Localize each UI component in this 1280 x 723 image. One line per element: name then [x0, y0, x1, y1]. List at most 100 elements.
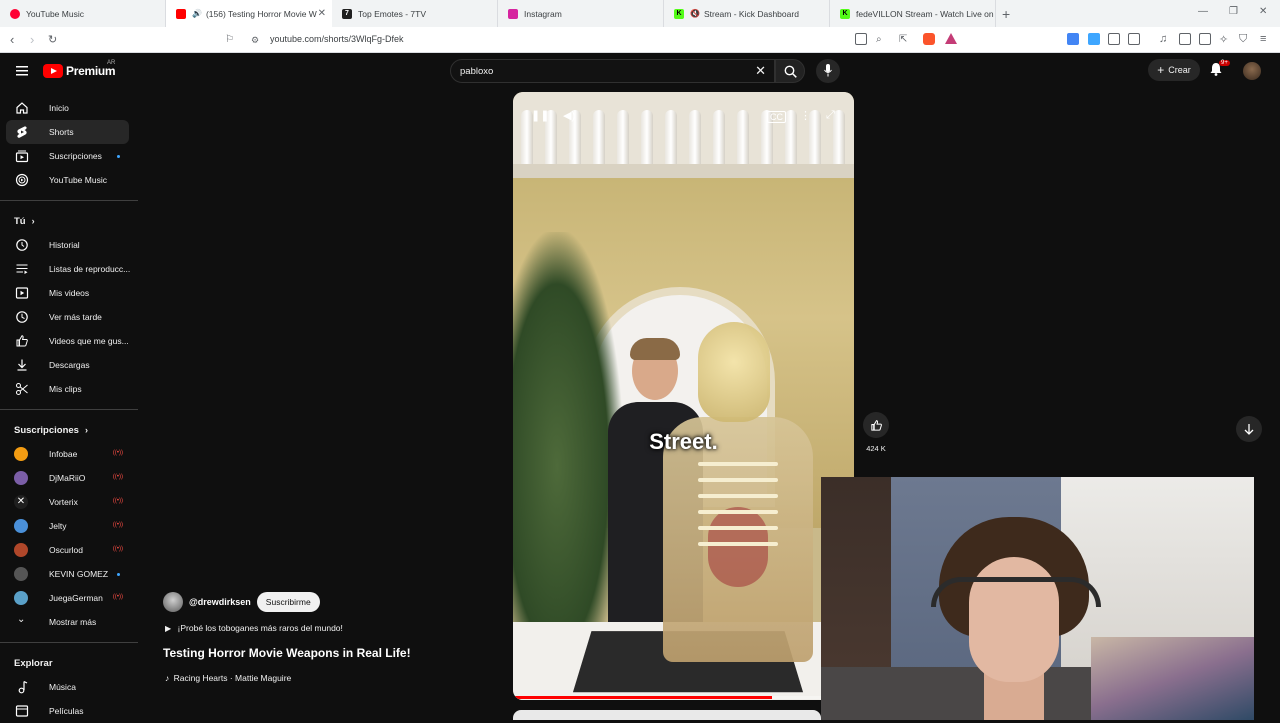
shorts-video-player[interactable]: Street. ❚❚ ◀) CC ⋮ ⤢: [513, 92, 854, 700]
next-short-button[interactable]: [1236, 416, 1262, 442]
sidebar-item-youtube-music[interactable]: YouTube Music: [6, 168, 129, 192]
sidebar-item-historial[interactable]: Historial: [6, 233, 129, 257]
search-input[interactable]: pabloxo: [460, 66, 493, 77]
captions-icon[interactable]: CC: [767, 111, 786, 123]
account-avatar[interactable]: [1243, 62, 1261, 80]
media-icon[interactable]: ♫: [1159, 33, 1167, 45]
subscribe-button[interactable]: Suscribirme: [256, 592, 320, 612]
like-button[interactable]: [863, 412, 889, 438]
subscription-jelty[interactable]: Jelty ((•)): [6, 514, 129, 538]
pause-icon[interactable]: ❚❚: [531, 109, 549, 122]
related-video-link[interactable]: ▶ ¡Probé los toboganes más raros del mun…: [165, 623, 343, 633]
browser-tab-7tv[interactable]: 7 Top Emotes - 7TV: [332, 0, 498, 27]
brave-rewards-icon[interactable]: [945, 33, 957, 44]
close-tab-icon[interactable]: ✕: [318, 8, 326, 19]
url-field[interactable]: youtube.com/shorts/3WlqFg-Dfek: [270, 34, 404, 44]
microphone-icon: [824, 64, 832, 77]
hamburger-menu-icon[interactable]: [16, 65, 28, 76]
brave-shield-icon[interactable]: [923, 33, 935, 45]
leo-ai-icon[interactable]: ✧: [1219, 33, 1228, 46]
subscription-juegagerman[interactable]: JuegaGerman ((•)): [6, 586, 129, 610]
you-section-heading[interactable]: Tú ›: [0, 209, 138, 233]
channel-name: DjMaRiiO: [49, 473, 86, 483]
screenshot-icon[interactable]: [1128, 33, 1140, 45]
site-info-icon[interactable]: ⚙: [251, 35, 259, 46]
browser-tab-youtube-music[interactable]: YouTube Music: [0, 0, 166, 27]
create-button[interactable]: + Crear: [1148, 59, 1200, 81]
zoom-icon[interactable]: ⌕: [876, 34, 882, 45]
browser-tab-instagram[interactable]: Instagram: [498, 0, 664, 27]
sidebar-item-shorts[interactable]: Shorts: [6, 120, 129, 144]
channel-avatar[interactable]: [163, 592, 183, 612]
sidebar-icon[interactable]: [1179, 33, 1191, 45]
sidebar-item-peliculas[interactable]: Películas: [6, 699, 129, 723]
browser-tab-youtube-short[interactable]: 🔊 (156) Testing Horror Movie W ✕: [166, 0, 332, 27]
headphones-icon: [931, 577, 1101, 607]
vpn-icon[interactable]: ⛉: [1239, 33, 1247, 46]
back-icon[interactable]: ‹: [10, 32, 14, 47]
short-title: Testing Horror Movie Weapons in Real Lif…: [163, 646, 411, 660]
share-icon[interactable]: ⇱: [899, 34, 907, 45]
fullscreen-icon[interactable]: ⤢: [826, 109, 835, 122]
kick-favicon: K: [674, 8, 684, 19]
menu-icon[interactable]: ≡: [1260, 33, 1266, 45]
show-more-button[interactable]: ⌄ Mostrar más: [6, 610, 129, 634]
forward-icon[interactable]: ›: [30, 32, 34, 47]
sidebar-item-label: Mis videos: [49, 288, 90, 298]
webcam-overlay: [821, 477, 1254, 720]
browser-tab-kick-dashboard[interactable]: K 🔇 Stream - Kick Dashboard: [664, 0, 830, 27]
tab-title: YouTube Music: [26, 8, 84, 19]
like-count: 424 K: [866, 444, 886, 453]
volume-icon[interactable]: ◀): [563, 109, 575, 122]
next-short-preview[interactable]: [513, 710, 821, 720]
channel-avatar: ✕: [14, 495, 28, 509]
sidebar-item-suscripciones[interactable]: Suscripciones: [6, 144, 129, 168]
restore-icon[interactable]: ❐: [1229, 6, 1238, 17]
clear-search-icon[interactable]: ✕: [755, 63, 766, 79]
search-button[interactable]: [775, 59, 805, 83]
browser-tab-kick-stream[interactable]: K fedeVILLON Stream - Watch Live on: [830, 0, 996, 27]
translate-icon[interactable]: [1067, 33, 1079, 45]
voice-search-button[interactable]: [816, 59, 840, 83]
sidebar-item-ver-mas-tarde[interactable]: Ver más tarde: [6, 305, 129, 329]
youtube-logo-icon[interactable]: [43, 64, 63, 78]
wallet-icon[interactable]: [1199, 33, 1211, 45]
subscriptions-section-heading[interactable]: Suscripciones ›: [0, 418, 138, 442]
more-options-icon[interactable]: ⋮: [800, 109, 811, 122]
video-progress-bar[interactable]: [513, 696, 854, 699]
sidebar-item-videos-que-me-gustan[interactable]: Videos que me gus...: [6, 329, 129, 353]
subscription-kevin-gomez[interactable]: KEVIN GOMEZ: [6, 562, 129, 586]
new-content-dot: [117, 573, 120, 576]
my-videos-icon: [15, 287, 29, 299]
sidebar-divider: [0, 200, 138, 201]
sidebar-item-inicio[interactable]: Inicio: [6, 96, 129, 120]
sidebar-item-mis-videos[interactable]: Mis videos: [6, 281, 129, 305]
close-window-icon[interactable]: ✕: [1259, 6, 1267, 17]
sidebar-item-listas[interactable]: Listas de reproducc...: [6, 257, 130, 281]
extensions-icon[interactable]: [1108, 33, 1120, 45]
bookmark-icon[interactable]: ⚐: [225, 34, 234, 45]
short-channel-row: @drewdirksen Suscribirme: [163, 592, 320, 612]
sidebar-item-mis-clips[interactable]: Mis clips: [6, 377, 129, 401]
like-action[interactable]: 424 K: [862, 412, 890, 453]
search-box[interactable]: pabloxo ✕: [450, 59, 775, 83]
subscription-vorterix[interactable]: ✕ Vorterix ((•)): [6, 490, 129, 514]
sound-link[interactable]: ♪ Racing Hearts · Mattie Maguire: [165, 673, 291, 683]
live-indicator-icon: ((•)): [112, 498, 123, 504]
cast-icon[interactable]: [855, 33, 867, 45]
sidebar-item-descargas[interactable]: Descargas: [6, 353, 129, 377]
new-content-dot: [117, 155, 120, 158]
youtube-logo-text[interactable]: Premium: [66, 64, 116, 78]
subscription-infobae[interactable]: Infobae ((•)): [6, 442, 129, 466]
tab-title: fedeVILLON Stream - Watch Live on: [856, 8, 994, 19]
extension-7tv-icon[interactable]: [1088, 33, 1100, 45]
subscription-djmariio[interactable]: DjMaRiiO ((•)): [6, 466, 129, 490]
sidebar-item-musica[interactable]: Música: [6, 675, 129, 699]
minimize-icon[interactable]: —: [1198, 6, 1208, 17]
subscription-oscurlod[interactable]: Oscurlod ((•)): [6, 538, 129, 562]
channel-handle[interactable]: @drewdirksen: [189, 597, 251, 607]
create-label: Crear: [1168, 65, 1191, 75]
reload-icon[interactable]: ↻: [48, 33, 57, 46]
new-tab-button[interactable]: +: [1002, 6, 1010, 22]
sidebar-item-label: Descargas: [49, 360, 90, 370]
